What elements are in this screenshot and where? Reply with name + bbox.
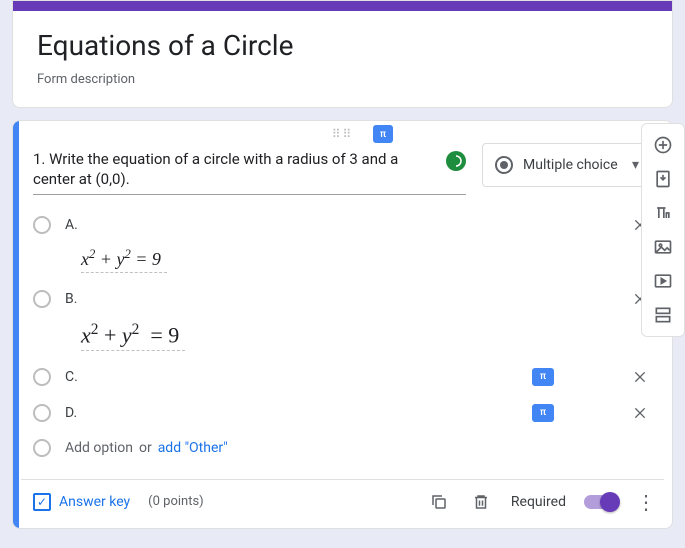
add-option-row: Add option or add "Other"	[33, 431, 652, 465]
answer-key-label: Answer key	[59, 494, 130, 510]
question-type-dropdown[interactable]: Multiple choice ▾	[482, 143, 652, 187]
add-other-button[interactable]: add "Other"	[158, 440, 228, 456]
delete-button[interactable]	[469, 490, 493, 514]
option-row: C. π	[33, 359, 652, 395]
option-label-input[interactable]: A.	[65, 217, 614, 233]
duplicate-button[interactable]	[427, 490, 451, 514]
radio-icon	[33, 439, 51, 457]
add-section-button[interactable]	[648, 300, 678, 330]
option-equation[interactable]: x2 + y2 = 9	[81, 247, 167, 273]
more-options-button[interactable]: ⋮	[636, 490, 656, 514]
form-header-card: Equations of a Circle Form description	[12, 0, 673, 108]
question-type-label: Multiple choice	[523, 157, 618, 173]
side-toolbar	[641, 123, 685, 337]
option-label-input[interactable]: D.	[65, 405, 518, 421]
question-card: ⠿⠿ π 1. Write the equation of a circle w…	[12, 120, 673, 529]
radio-icon	[33, 368, 51, 386]
import-questions-button[interactable]	[648, 164, 678, 194]
add-or-label: or	[139, 440, 152, 456]
assistive-chip-icon[interactable]	[446, 151, 466, 171]
form-title[interactable]: Equations of a Circle	[37, 29, 648, 62]
option-row: B.	[33, 281, 652, 317]
add-question-button[interactable]	[648, 130, 678, 160]
question-text-input[interactable]: 1. Write the equation of a circle with a…	[33, 149, 466, 195]
radio-icon	[33, 290, 51, 308]
equation-chip-icon[interactable]: π	[532, 368, 554, 386]
form-description[interactable]: Form description	[37, 72, 648, 87]
required-label: Required	[511, 494, 566, 510]
drag-handle-icon[interactable]: ⠿⠿	[13, 121, 672, 143]
remove-option-button[interactable]	[628, 401, 652, 425]
option-row: A.	[33, 207, 652, 243]
option-label-input[interactable]: B.	[65, 291, 614, 307]
radio-icon	[33, 404, 51, 422]
options-list: A. x2 + y2 = 9 B. x2 + y2 = 9 C. π	[13, 195, 672, 465]
points-label: (0 points)	[148, 494, 204, 509]
add-option-button[interactable]: Add option	[65, 440, 133, 456]
radio-icon	[33, 216, 51, 234]
question-footer: ✓ Answer key (0 points) Required ⋮	[13, 490, 672, 518]
option-equation[interactable]: x2 + y2 = 9	[81, 321, 185, 351]
option-row: D. π	[33, 395, 652, 431]
radio-icon	[495, 156, 513, 174]
required-toggle[interactable]	[584, 495, 618, 509]
add-video-button[interactable]	[648, 266, 678, 296]
add-image-button[interactable]	[648, 232, 678, 262]
answer-key-button[interactable]: ✓ Answer key	[33, 493, 130, 511]
option-label-input[interactable]: C.	[65, 369, 518, 385]
divider	[21, 479, 664, 480]
add-title-button[interactable]	[648, 198, 678, 228]
chevron-down-icon: ▾	[632, 157, 639, 173]
answer-key-icon: ✓	[33, 493, 51, 511]
equation-chip-icon[interactable]: π	[373, 125, 393, 143]
remove-option-button[interactable]	[628, 365, 652, 389]
equation-chip-icon[interactable]: π	[532, 404, 554, 422]
